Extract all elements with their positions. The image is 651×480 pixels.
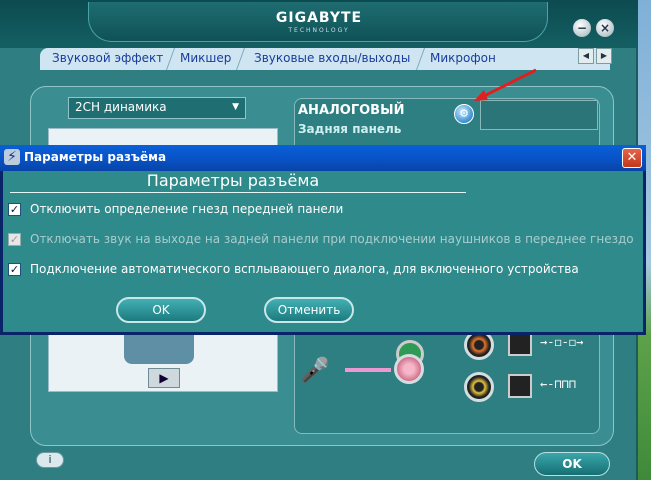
analog-label: АНАЛОГОВЫЙ (298, 103, 405, 118)
tab-separator (165, 48, 176, 70)
logo-plate: GIGABYTE TECHNOLOGY (88, 2, 548, 42)
checkbox-front-detection[interactable]: ✓ (8, 203, 21, 216)
speaker-mode-value: 2CH динамика (75, 100, 167, 114)
close-icon[interactable]: × (596, 19, 614, 37)
chevron-down-icon: ▼ (232, 102, 239, 112)
tab-audio-io[interactable]: Звуковые входы/выходы (254, 51, 410, 65)
info-button[interactable]: i (36, 452, 64, 468)
tab-scroll-right-icon[interactable]: ▶ (596, 48, 612, 64)
spdif-socket-icon (508, 332, 532, 356)
checkbox-mute-rear: ✓ (8, 233, 21, 246)
dialog-ok-button[interactable]: OK (116, 297, 206, 323)
dialog-close-icon[interactable]: ✕ (622, 148, 642, 168)
tab-separator (235, 48, 246, 70)
app-ok-button[interactable]: OK (534, 452, 610, 476)
heading-divider (10, 192, 466, 193)
option-label: Отключать звук на выходе на задней панел… (30, 232, 634, 246)
option-label: Отключить определение гнезд передней пан… (30, 202, 344, 216)
speaker-mode-select[interactable]: 2CH динамика ▼ (68, 97, 246, 119)
tab-microphone[interactable]: Микрофон (430, 51, 496, 65)
digital-in-icon: ←-⊓⊓⊓ (540, 377, 577, 391)
spdif-socket-icon (508, 374, 532, 398)
brand-subtitle: TECHNOLOGY (288, 27, 350, 34)
minimize-icon[interactable]: − (573, 19, 591, 37)
rear-panel-label: Задняя панель (298, 122, 402, 136)
tab-mixer[interactable]: Микшер (180, 51, 231, 65)
dialog-titlebar[interactable]: ⚡ Параметры разъёма (0, 145, 646, 171)
pink-jack[interactable] (394, 354, 424, 384)
red-arrow-icon (474, 68, 537, 101)
yellow-jack[interactable] (464, 372, 494, 402)
brand-logo: GIGABYTE (275, 10, 363, 26)
tab-separator (415, 48, 426, 70)
dialog-heading: Параметры разъёма (146, 171, 320, 190)
checkbox-auto-popup[interactable]: ✓ (8, 263, 21, 276)
microphone-icon: 🎤 (300, 356, 330, 384)
tab-sound-effect[interactable]: Звуковой эффект (52, 51, 163, 65)
option-label: Подключение автоматического всплывающего… (30, 262, 579, 276)
speaker-stand-graphic (124, 330, 194, 364)
dialog-cancel-button[interactable]: Отменить (264, 297, 354, 323)
tab-scroll-left-icon[interactable]: ◀ (578, 48, 594, 64)
digital-out-icon: →-◻-◻→ (540, 335, 584, 349)
wrench-icon[interactable]: ⚙ (454, 104, 474, 124)
cable-graphic (345, 368, 391, 372)
play-icon[interactable]: ▶ (148, 368, 180, 388)
dialog-title: Параметры разъёма (24, 150, 167, 164)
connector-icon: ⚡ (4, 149, 20, 165)
